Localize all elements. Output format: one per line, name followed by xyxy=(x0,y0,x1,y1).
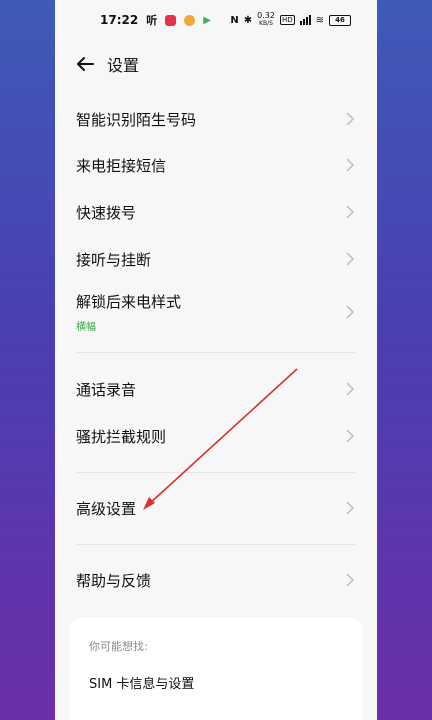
network-speed: 0.32 KB/S xyxy=(257,12,275,28)
wifi-icon: ≋ xyxy=(315,14,324,26)
menu-item-reject-sms[interactable]: 来电拒接短信 xyxy=(55,143,377,187)
nfc-icon: N xyxy=(230,14,239,26)
chevron-right-icon xyxy=(346,305,355,319)
menu-item-speed-dial[interactable]: 快速拨号 xyxy=(55,190,377,234)
status-left: 17:22 听 ▶ xyxy=(100,12,211,28)
menu-item-help-feedback[interactable]: 帮助与反馈 xyxy=(55,558,377,602)
menu-item-answer-hangup[interactable]: 接听与挂断 xyxy=(55,237,377,281)
hd-icon: HD xyxy=(279,15,295,25)
menu-item-label: 通话录音 xyxy=(76,380,137,399)
ting-app-icon: 听 xyxy=(146,14,158,27)
battery-icon: 46 xyxy=(329,14,351,26)
chevron-right-icon xyxy=(346,382,355,396)
suggestion-link-sim[interactable]: SIM 卡信息与设置 xyxy=(89,673,194,692)
green-app-icon: ▶ xyxy=(203,14,211,26)
status-bar: 17:22 听 ▶ N ✱ 0.32 KB/S HD ≋ 46 xyxy=(55,0,377,40)
back-arrow-icon xyxy=(77,57,94,71)
speed-value: 0.32 xyxy=(257,11,275,20)
divider xyxy=(76,544,356,545)
status-right: N ✱ 0.32 KB/S HD ≋ 46 xyxy=(230,12,351,28)
menu-item-sub-value: 横幅 xyxy=(76,322,96,333)
chevron-right-icon xyxy=(346,252,355,266)
chevron-right-icon xyxy=(346,429,355,443)
menu-item-label: 智能识别陌生号码 xyxy=(76,110,197,129)
chevron-right-icon xyxy=(346,573,355,587)
menu-item-label: 高级设置 xyxy=(76,499,137,518)
suggestion-card: 你可能想找: SIM 卡信息与设置 xyxy=(69,618,363,720)
menu-item-smart-identify[interactable]: 智能识别陌生号码 xyxy=(55,97,377,141)
menu-item-label: 帮助与反馈 xyxy=(76,571,152,590)
chevron-right-icon xyxy=(346,205,355,219)
menu-item-label: 快速拨号 xyxy=(76,203,137,222)
red-app-icon xyxy=(165,14,177,26)
menu-item-advanced-settings[interactable]: 高级设置 xyxy=(55,486,377,530)
menu-item-label: 来电拒接短信 xyxy=(76,156,167,175)
phone-screen: 17:22 听 ▶ N ✱ 0.32 KB/S HD ≋ 46 设置 智能识别陌… xyxy=(55,0,377,720)
status-time: 17:22 xyxy=(100,13,139,27)
chevron-right-icon xyxy=(346,112,355,126)
page-title: 设置 xyxy=(107,56,140,75)
menu-item-unlock-call-style[interactable]: 解锁后来电样式 横幅 xyxy=(55,285,377,339)
menu-item-label: 解锁后来电样式 xyxy=(76,293,182,311)
divider xyxy=(76,472,356,473)
signal-icon xyxy=(299,15,311,25)
weibo-app-icon xyxy=(184,14,196,26)
menu-item-label: 接听与挂断 xyxy=(76,250,152,269)
bluetooth-icon: ✱ xyxy=(243,14,253,26)
speed-unit: KB/S xyxy=(259,20,273,27)
page-header: 设置 xyxy=(55,46,377,82)
suggestion-hint: 你可能想找: xyxy=(89,640,148,653)
menu-item-harassment-rules[interactable]: 骚扰拦截规则 xyxy=(55,414,377,458)
chevron-right-icon xyxy=(346,158,355,172)
back-button[interactable] xyxy=(73,52,97,76)
menu-item-label: 骚扰拦截规则 xyxy=(76,427,167,446)
divider xyxy=(76,352,356,353)
chevron-right-icon xyxy=(346,501,355,515)
menu-item-call-recording[interactable]: 通话录音 xyxy=(55,367,377,411)
